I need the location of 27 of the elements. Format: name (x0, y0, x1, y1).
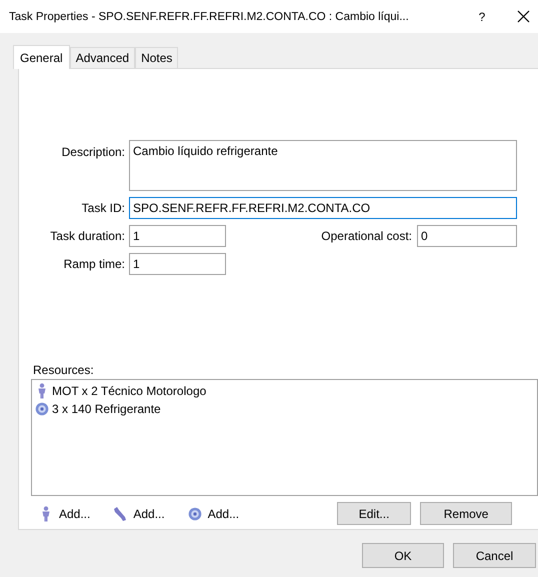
list-label: Resources: (33, 363, 94, 377)
resource-list[interactable]: MOT x 2 Técnico Motorologo 3 x 140 Refrigerante (31, 379, 538, 496)
add-button[interactable]: Add... (113, 502, 165, 524)
field-label: Description: (60, 144, 125, 159)
field-label: Ramp time: (62, 257, 125, 271)
list-item[interactable]: 3 x 140 Refrigerante (52, 402, 161, 416)
list-item[interactable]: MOT x 2 Técnico Motorologo (52, 384, 206, 398)
add-button[interactable]: Add... (39, 502, 90, 524)
cancel-button[interactable]: Cancel (453, 543, 536, 568)
add-button[interactable]: Add... (188, 502, 240, 524)
help-button[interactable]: ? (472, 10, 492, 24)
input-field[interactable]: 1 (129, 225, 226, 247)
field-label: Operational cost: (320, 229, 412, 243)
edit-button[interactable]: Edit... (337, 502, 412, 525)
remove-button[interactable]: Remove (420, 502, 512, 525)
tab[interactable]: Advanced (70, 47, 136, 68)
ok-button[interactable]: OK (362, 543, 444, 568)
input-field[interactable]: Cambio líquido refrigerante (129, 140, 517, 191)
input-field[interactable]: 1 (129, 253, 226, 275)
tab[interactable]: General (13, 45, 70, 69)
tab[interactable]: Notes (135, 47, 178, 68)
field-label: Task duration: (49, 229, 125, 243)
window-title: Task Properties - SPO.SENF.REFR.FF.REFRI.M2.CONTA.CO : Cambio líqui... (9, 10, 409, 24)
input-field[interactable]: SPO.SENF.REFR.FF.REFRI.M2.CONTA.CO (129, 197, 517, 219)
close-icon[interactable] (517, 10, 530, 23)
field-label: Task ID: (80, 201, 125, 215)
input-field[interactable]: 0 (417, 225, 517, 247)
